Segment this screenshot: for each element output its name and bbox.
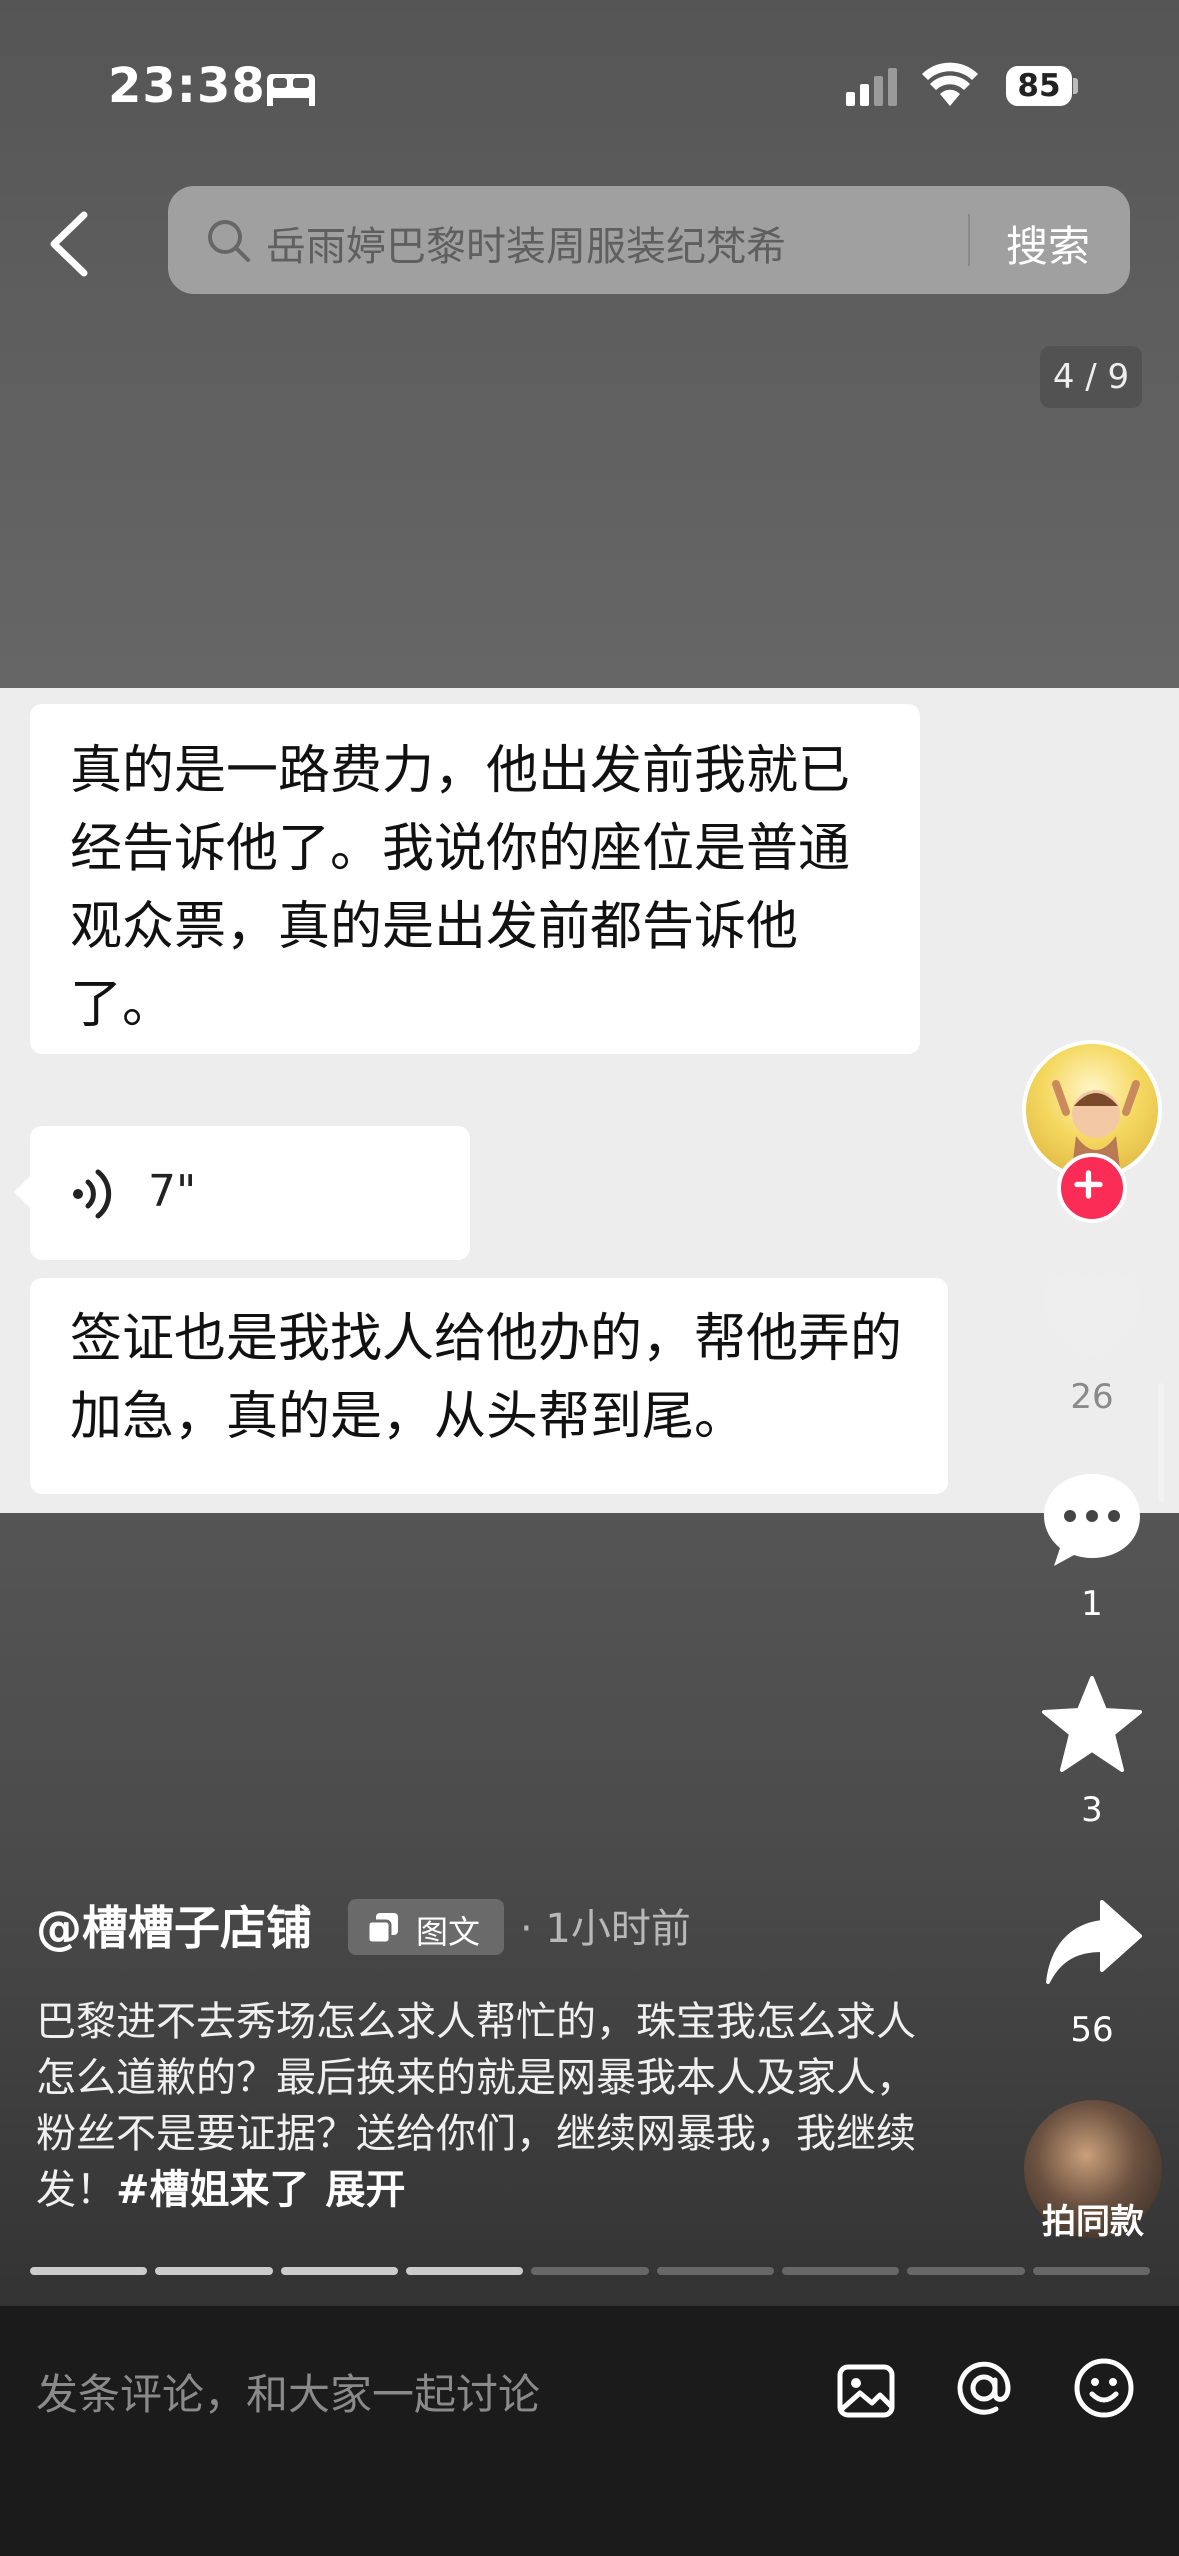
image-picker-icon[interactable] xyxy=(834,2359,898,2423)
page-indicator: 4 / 9 xyxy=(1040,346,1142,408)
search-bar[interactable]: 岳雨婷巴黎时装周服装纪梵希 搜索 xyxy=(168,186,1130,294)
expand-button[interactable]: 展开 xyxy=(326,2167,406,2213)
favorite-star-icon[interactable] xyxy=(1040,1674,1144,1774)
share-arrow-icon[interactable] xyxy=(1044,1896,1144,1988)
progress-segment xyxy=(907,2267,1025,2275)
progress-segment xyxy=(405,2267,524,2275)
wifi-icon xyxy=(922,62,978,106)
voice-wave-icon xyxy=(73,1169,112,1219)
battery-cap xyxy=(1073,78,1078,94)
follow-plus-icon[interactable] xyxy=(1057,1153,1127,1223)
image-post-icon xyxy=(366,1913,398,1945)
search-query[interactable]: 岳雨婷巴黎时装周服装纪梵希 xyxy=(266,214,786,272)
hashtag-link[interactable]: #槽姐来了 xyxy=(116,2167,310,2213)
favorite-count: 3 xyxy=(1081,1790,1103,1830)
comment-icon[interactable] xyxy=(1040,1468,1144,1572)
chat-message-3: 签证也是我找人给他办的，帮他弄的加急，真的是，从头帮到尾。 xyxy=(30,1278,948,1494)
mention-at-icon[interactable] xyxy=(952,2356,1016,2420)
back-icon[interactable] xyxy=(40,205,100,283)
cellular-signal-icon xyxy=(846,68,897,106)
progress-segment xyxy=(781,2267,900,2275)
progress-segment xyxy=(531,2267,649,2275)
progress-segment xyxy=(30,2267,148,2275)
battery-level: 85 xyxy=(1006,66,1072,106)
search-divider xyxy=(968,214,970,266)
like-count: 26 xyxy=(1070,1377,1114,1417)
progress-segment xyxy=(656,2267,774,2275)
like-heart-icon[interactable] xyxy=(1040,1268,1144,1364)
scroll-indicator xyxy=(1158,1383,1164,1503)
post-type-label: 图文 xyxy=(416,1913,481,1951)
bubble-tail xyxy=(14,1176,30,1208)
image-progress-bar xyxy=(30,2267,1150,2275)
post-caption: 巴黎进不去秀场怎么求人帮忙的，珠宝我怎么求人怎么道歉的？最后换来的就是网暴我本人… xyxy=(36,1994,916,2218)
comment-count: 1 xyxy=(1081,1584,1103,1624)
comment-input[interactable]: 发条评论，和大家一起讨论 xyxy=(36,2361,540,2422)
post-image[interactable]: 真的是一路费力，他出发前我就已经告诉他了。我说你的座位是普通观众票，真的是出发前… xyxy=(0,688,1179,1513)
author-name[interactable]: @槽槽子店铺 xyxy=(36,1892,312,1958)
search-icon xyxy=(208,220,250,262)
progress-segment xyxy=(1032,2267,1150,2275)
chat-message-1: 真的是一路费力，他出发前我就已经告诉他了。我说你的座位是普通观众票，真的是出发前… xyxy=(30,704,920,1054)
search-button[interactable]: 搜索 xyxy=(1006,213,1090,274)
progress-segment xyxy=(280,2267,398,2275)
voice-duration: 7" xyxy=(148,1166,197,1217)
comment-bar xyxy=(0,2306,1179,2556)
voice-message: 7" xyxy=(14,1126,470,1260)
emoji-icon[interactable] xyxy=(1072,2356,1136,2420)
post-type-badge: 图文 xyxy=(348,1899,504,1955)
post-time: · 1小时前 xyxy=(520,1906,691,1952)
status-time: 23:38 xyxy=(108,58,266,114)
same-style-label[interactable]: 拍同款 xyxy=(1024,2194,1162,2243)
share-count: 56 xyxy=(1070,2010,1114,2050)
sleep-mode-icon xyxy=(267,74,315,106)
progress-segment xyxy=(155,2267,273,2275)
